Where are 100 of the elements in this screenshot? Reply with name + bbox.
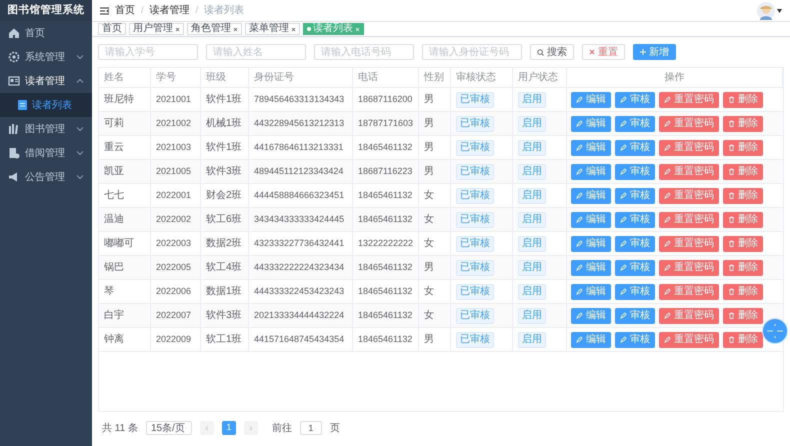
table-cell: 2022007 bbox=[151, 304, 201, 327]
user-status-tag: 启用 bbox=[518, 92, 546, 108]
action-button[interactable]: 重置密码 bbox=[659, 308, 719, 324]
action-button[interactable]: 编辑 bbox=[571, 260, 611, 276]
delete-button[interactable]: 删除 bbox=[723, 332, 763, 348]
table-cell: 441571648745434354 bbox=[249, 328, 353, 351]
tag-tab[interactable]: 菜单管理 bbox=[245, 23, 300, 35]
delete-button[interactable]: 删除 bbox=[723, 116, 763, 132]
user-status-tag: 启用 bbox=[518, 284, 546, 300]
delete-button[interactable]: 删除 bbox=[723, 308, 763, 324]
tag-tab[interactable]: 用户管理 bbox=[129, 23, 184, 35]
edit-icon bbox=[664, 216, 671, 223]
close-icon[interactable] bbox=[175, 26, 180, 32]
caret-icon bbox=[777, 8, 782, 12]
action-button[interactable]: 重置密码 bbox=[659, 212, 719, 228]
action-button[interactable]: 编辑 bbox=[571, 92, 611, 108]
action-button[interactable]: 审核 bbox=[615, 332, 655, 348]
tag-tab[interactable]: 角色管理 bbox=[187, 23, 242, 35]
app-title: 图书馆管理系统 bbox=[0, 0, 92, 21]
delete-button[interactable]: 删除 bbox=[723, 140, 763, 156]
next-page-button[interactable]: › bbox=[244, 421, 258, 435]
sidebar-item[interactable]: 图书管理 bbox=[0, 117, 92, 141]
action-button[interactable]: 审核 bbox=[615, 284, 655, 300]
action-button[interactable]: 重置密码 bbox=[659, 116, 719, 132]
delete-button[interactable]: 删除 bbox=[723, 164, 763, 180]
search-field[interactable]: 请输入学号 bbox=[98, 44, 198, 60]
delete-button[interactable]: 删除 bbox=[723, 260, 763, 276]
delete-button[interactable]: 删除 bbox=[723, 212, 763, 228]
tag-tab[interactable]: 读者列表 bbox=[303, 23, 364, 35]
action-button[interactable]: 审核 bbox=[615, 164, 655, 180]
action-button[interactable]: 审核 bbox=[615, 140, 655, 156]
action-button[interactable]: 重置密码 bbox=[659, 164, 719, 180]
column-header: 班级 bbox=[201, 68, 249, 87]
table-cell: 男 bbox=[419, 160, 451, 183]
breadcrumb-separator: / bbox=[141, 4, 144, 17]
action-button[interactable]: 重置密码 bbox=[659, 92, 719, 108]
page-number[interactable]: 1 bbox=[222, 421, 236, 435]
table-cell: 18465461132 bbox=[353, 208, 419, 231]
page-size-select[interactable]: 15条/页 bbox=[146, 421, 192, 435]
delete-button[interactable]: 删除 bbox=[723, 92, 763, 108]
sidebar-item[interactable]: 读者管理 bbox=[0, 69, 92, 93]
action-button[interactable]: 审核 bbox=[615, 188, 655, 204]
close-icon[interactable] bbox=[291, 26, 296, 32]
user-status-tag: 启用 bbox=[518, 260, 546, 276]
sidebar-subitem[interactable]: 读者列表 bbox=[0, 93, 92, 117]
action-button[interactable]: 编辑 bbox=[571, 284, 611, 300]
action-button[interactable]: 重置密码 bbox=[659, 284, 719, 300]
action-button[interactable]: 编辑 bbox=[571, 308, 611, 324]
floating-button[interactable] bbox=[762, 318, 788, 344]
reset-button[interactable]: 重置 bbox=[582, 44, 625, 60]
action-button[interactable]: 编辑 bbox=[571, 236, 611, 252]
action-button[interactable]: 编辑 bbox=[571, 188, 611, 204]
delete-button[interactable]: 删除 bbox=[723, 284, 763, 300]
action-button[interactable]: 重置密码 bbox=[659, 260, 719, 276]
sidebar-item[interactable]: 借阅管理 bbox=[0, 141, 92, 165]
avatar[interactable] bbox=[757, 2, 775, 20]
user-status-tag: 启用 bbox=[518, 164, 546, 180]
action-button[interactable]: 审核 bbox=[615, 236, 655, 252]
sidebar-item[interactable]: 首页 bbox=[0, 21, 92, 45]
edit-icon bbox=[576, 216, 583, 223]
search-button[interactable]: 搜索 bbox=[530, 44, 574, 60]
prev-page-button[interactable]: ‹ bbox=[200, 421, 214, 435]
action-button[interactable]: 审核 bbox=[615, 116, 655, 132]
menu-fold-icon[interactable] bbox=[100, 6, 109, 14]
action-button[interactable]: 重置密码 bbox=[659, 140, 719, 156]
delete-button[interactable]: 删除 bbox=[723, 236, 763, 252]
action-button[interactable]: 重置密码 bbox=[659, 236, 719, 252]
chevron-down-icon bbox=[76, 173, 84, 181]
table-cell: 18465461132 bbox=[353, 304, 419, 327]
edit-icon bbox=[620, 288, 627, 295]
action-button[interactable]: 重置密码 bbox=[659, 332, 719, 348]
sidebar-item-label: 公告管理 bbox=[25, 170, 65, 184]
breadcrumb-item[interactable]: 读者管理 bbox=[150, 3, 190, 18]
table-cell: 18687116200 bbox=[353, 88, 419, 111]
tag-tab[interactable]: 首页 bbox=[98, 23, 126, 35]
action-button[interactable]: 审核 bbox=[615, 92, 655, 108]
search-field[interactable]: 请输入姓名 bbox=[206, 44, 306, 60]
goto-page-field[interactable]: 1 bbox=[300, 421, 322, 435]
action-button[interactable]: 重置密码 bbox=[659, 188, 719, 204]
sidebar-item[interactable]: 公告管理 bbox=[0, 165, 92, 189]
sidebar-item[interactable]: 系统管理 bbox=[0, 45, 92, 69]
action-button[interactable]: 审核 bbox=[615, 308, 655, 324]
action-button[interactable]: 编辑 bbox=[571, 212, 611, 228]
action-button[interactable]: 编辑 bbox=[571, 164, 611, 180]
action-button[interactable]: 编辑 bbox=[571, 116, 611, 132]
search-field[interactable]: 请输入电话号码 bbox=[314, 44, 414, 60]
breadcrumb-item[interactable]: 首页 bbox=[115, 3, 135, 18]
close-icon[interactable] bbox=[233, 26, 238, 32]
table-cell: 18687116223 bbox=[353, 160, 419, 183]
action-button[interactable]: 编辑 bbox=[571, 140, 611, 156]
add-button[interactable]: 新增 bbox=[633, 44, 676, 60]
action-button[interactable]: 审核 bbox=[615, 260, 655, 276]
document-icon bbox=[8, 147, 20, 159]
edit-icon bbox=[664, 264, 671, 271]
action-button[interactable]: 编辑 bbox=[571, 332, 611, 348]
delete-button[interactable]: 删除 bbox=[723, 188, 763, 204]
action-button[interactable]: 审核 bbox=[615, 212, 655, 228]
table-cell: 凯亚 bbox=[99, 160, 151, 183]
goto-label: 前往 bbox=[272, 422, 292, 436]
search-field[interactable]: 请输入身份证号码 bbox=[422, 44, 522, 60]
